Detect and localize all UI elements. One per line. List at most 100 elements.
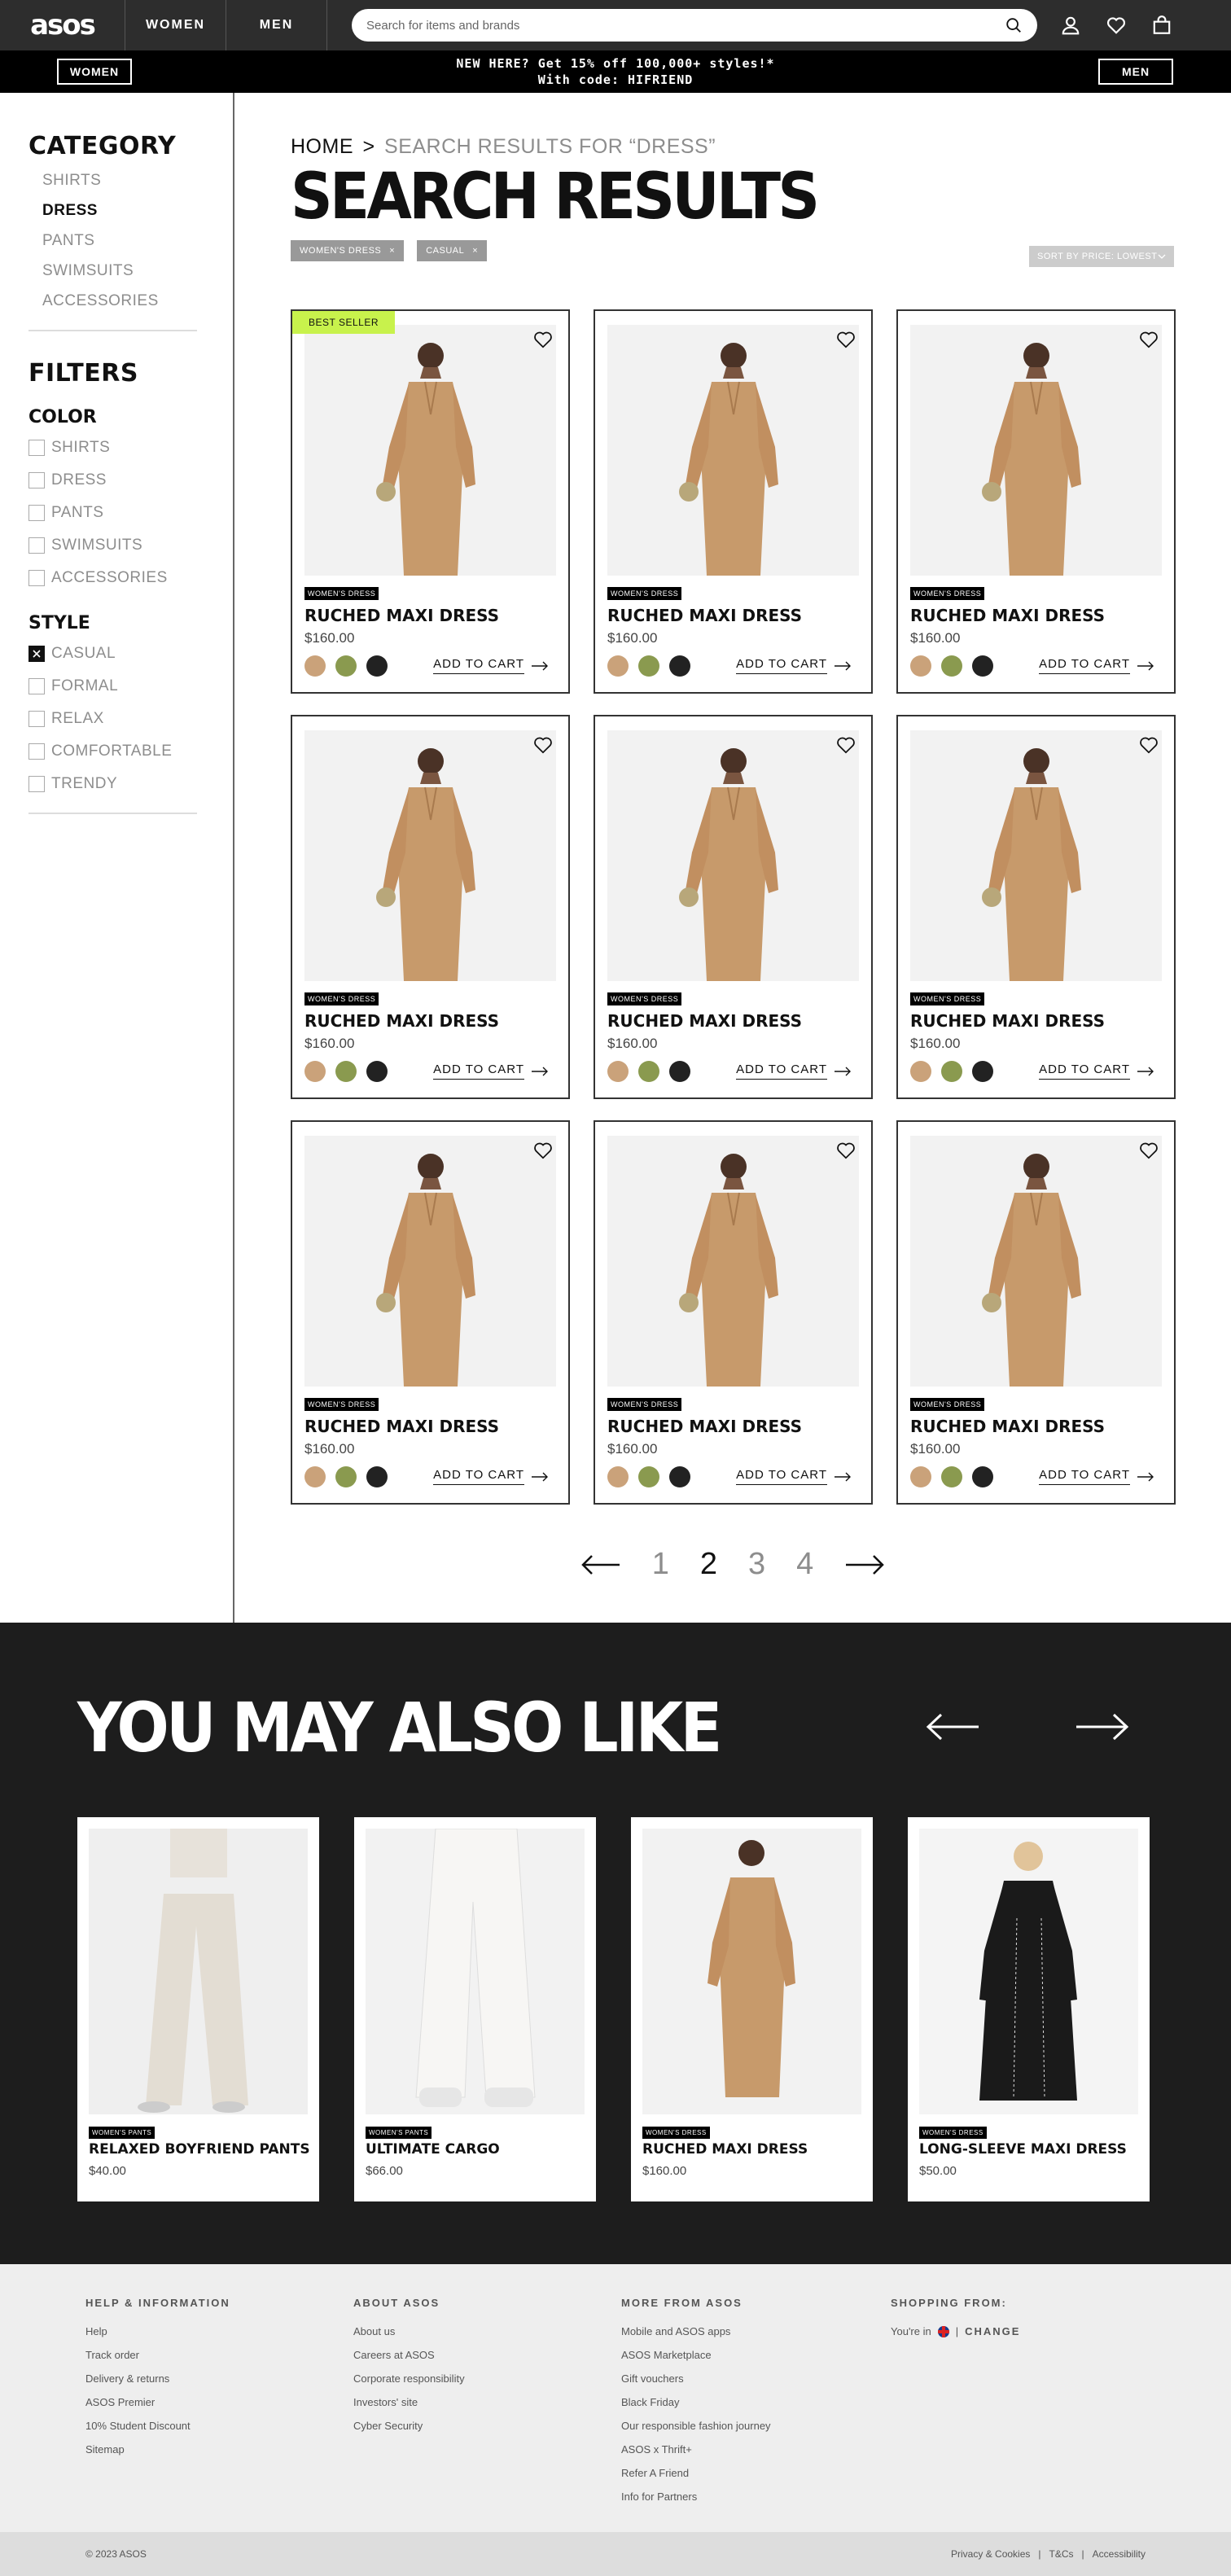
- add-to-cart-button[interactable]: ADD TO CART: [1039, 1468, 1154, 1485]
- footer-link[interactable]: Sitemap: [85, 2443, 230, 2456]
- promo-women-button[interactable]: WOMEN: [57, 59, 132, 85]
- style-filter-casual[interactable]: CASUAL: [28, 645, 233, 663]
- product-image[interactable]: [304, 325, 556, 576]
- product-name[interactable]: RUCHED MAXI DRESS: [910, 606, 1105, 625]
- add-to-cart-button[interactable]: ADD TO CART: [1039, 657, 1154, 674]
- color-filter-swimsuits[interactable]: SWIMSUITS: [28, 537, 233, 554]
- product-name[interactable]: ULTIMATE CARGO: [366, 2141, 500, 2158]
- product-image[interactable]: [910, 325, 1162, 576]
- carousel-next-icon[interactable]: [1075, 1712, 1130, 1741]
- product-image[interactable]: [910, 1136, 1162, 1387]
- add-to-cart-button[interactable]: ADD TO CART: [1039, 1062, 1154, 1080]
- color-swatch[interactable]: [669, 655, 690, 677]
- footer-link[interactable]: Black Friday: [621, 2396, 771, 2408]
- category-item-dress[interactable]: DRESS: [42, 202, 233, 220]
- color-swatch[interactable]: [972, 1466, 993, 1487]
- carousel-prev-icon[interactable]: [925, 1712, 980, 1741]
- color-swatch[interactable]: [910, 1466, 931, 1487]
- product-name[interactable]: RUCHED MAXI DRESS: [910, 1011, 1105, 1031]
- add-to-cart-button[interactable]: ADD TO CART: [736, 1468, 852, 1485]
- wishlist-heart-icon[interactable]: [1138, 1140, 1159, 1161]
- product-card[interactable]: WOMEN'S DRESS RUCHED MAXI DRESS $160.00 …: [594, 1120, 873, 1505]
- color-swatch[interactable]: [366, 655, 388, 677]
- search-icon[interactable]: [1005, 16, 1023, 34]
- color-swatch[interactable]: [910, 655, 931, 677]
- footer-link[interactable]: Our responsible fashion journey: [621, 2420, 771, 2432]
- add-to-cart-button[interactable]: ADD TO CART: [433, 1468, 549, 1485]
- category-item-shirts[interactable]: SHIRTS: [42, 172, 233, 190]
- recommendation-card[interactable]: WOMEN'S DRESS LONG-SLEEVE MAXI DRESS $50…: [908, 1817, 1150, 2201]
- color-filter-accessories[interactable]: ACCESSORIES: [28, 569, 233, 587]
- product-name[interactable]: RELAXED BOYFRIEND PANTS: [89, 2141, 310, 2158]
- footer-link[interactable]: ASOS Premier: [85, 2396, 230, 2408]
- category-item-swimsuits[interactable]: SWIMSUITS: [42, 262, 233, 280]
- footer-link[interactable]: About us: [353, 2325, 465, 2337]
- footer-link[interactable]: ASOS Marketplace: [621, 2349, 771, 2361]
- product-image[interactable]: [919, 1829, 1138, 2114]
- accessibility-link[interactable]: Accessibility: [1093, 2548, 1146, 2560]
- checkbox[interactable]: [28, 505, 45, 521]
- product-card[interactable]: BEST SELLER WOMEN'S DRESS RUCHED MAXI DR…: [291, 309, 570, 694]
- filter-chip[interactable]: WOMEN'S DRESS ×: [291, 240, 405, 261]
- color-swatch[interactable]: [335, 655, 357, 677]
- footer-link[interactable]: Cyber Security: [353, 2420, 465, 2432]
- color-swatch[interactable]: [941, 1061, 962, 1082]
- product-name[interactable]: RUCHED MAXI DRESS: [642, 2141, 808, 2158]
- close-icon[interactable]: ×: [389, 246, 395, 256]
- footer-link[interactable]: Info for Partners: [621, 2491, 771, 2503]
- recommendation-card[interactable]: WOMEN'S PANTS RELAXED BOYFRIEND PANTS $4…: [77, 1817, 319, 2201]
- nav-tab-women[interactable]: WOMEN: [125, 0, 226, 50]
- product-name[interactable]: RUCHED MAXI DRESS: [910, 1417, 1105, 1436]
- checkbox[interactable]: [28, 678, 45, 694]
- color-filter-pants[interactable]: PANTS: [28, 504, 233, 522]
- color-swatch[interactable]: [304, 1061, 326, 1082]
- footer-link[interactable]: Help: [85, 2325, 230, 2337]
- product-card[interactable]: WOMEN'S DRESS RUCHED MAXI DRESS $160.00 …: [896, 1120, 1176, 1505]
- wishlist-heart-icon[interactable]: [532, 734, 554, 756]
- account-icon[interactable]: [1060, 15, 1081, 36]
- wishlist-heart-icon[interactable]: [835, 734, 856, 756]
- color-filter-dress[interactable]: DRESS: [28, 471, 233, 489]
- product-name[interactable]: RUCHED MAXI DRESS: [304, 1011, 499, 1031]
- color-swatch[interactable]: [972, 655, 993, 677]
- product-card[interactable]: WOMEN'S DRESS RUCHED MAXI DRESS $160.00 …: [594, 309, 873, 694]
- sort-dropdown[interactable]: SORT BY PRICE: LOWEST: [1029, 246, 1174, 267]
- add-to-cart-button[interactable]: ADD TO CART: [433, 1062, 549, 1080]
- checkbox[interactable]: [28, 776, 45, 792]
- recommendation-card[interactable]: WOMEN'S DRESS RUCHED MAXI DRESS $160.00: [631, 1817, 873, 2201]
- footer-link[interactable]: Corporate responsibility: [353, 2372, 465, 2385]
- checkbox-checked[interactable]: [28, 646, 45, 662]
- wishlist-heart-icon[interactable]: [532, 1140, 554, 1161]
- wishlist-heart-icon[interactable]: [1138, 734, 1159, 756]
- color-swatch[interactable]: [607, 655, 629, 677]
- product-card[interactable]: WOMEN'S DRESS RUCHED MAXI DRESS $160.00 …: [594, 715, 873, 1099]
- search-input[interactable]: [366, 18, 1005, 33]
- color-swatch[interactable]: [910, 1061, 931, 1082]
- add-to-cart-button[interactable]: ADD TO CART: [736, 657, 852, 674]
- page-number[interactable]: 1: [652, 1547, 669, 1582]
- checkbox[interactable]: [28, 743, 45, 760]
- wishlist-heart-icon[interactable]: [532, 329, 554, 350]
- category-item-accessories[interactable]: ACCESSORIES: [42, 292, 233, 310]
- footer-link[interactable]: Gift vouchers: [621, 2372, 771, 2385]
- breadcrumb-home[interactable]: HOME: [291, 135, 353, 158]
- color-swatch[interactable]: [607, 1061, 629, 1082]
- close-icon[interactable]: ×: [472, 246, 478, 256]
- color-swatch[interactable]: [335, 1466, 357, 1487]
- footer-link[interactable]: Investors' site: [353, 2396, 465, 2408]
- terms-link[interactable]: T&Cs: [1049, 2548, 1074, 2560]
- color-swatch[interactable]: [304, 1466, 326, 1487]
- color-swatch[interactable]: [366, 1061, 388, 1082]
- add-to-cart-button[interactable]: ADD TO CART: [736, 1062, 852, 1080]
- product-image[interactable]: [607, 325, 859, 576]
- heart-icon[interactable]: [1106, 15, 1127, 36]
- product-card[interactable]: WOMEN'S DRESS RUCHED MAXI DRESS $160.00 …: [896, 715, 1176, 1099]
- product-image[interactable]: [366, 1829, 585, 2114]
- color-swatch[interactable]: [941, 655, 962, 677]
- product-image[interactable]: [607, 1136, 859, 1387]
- wishlist-heart-icon[interactable]: [835, 1140, 856, 1161]
- product-name[interactable]: RUCHED MAXI DRESS: [304, 1417, 499, 1436]
- checkbox[interactable]: [28, 537, 45, 554]
- color-swatch[interactable]: [607, 1466, 629, 1487]
- color-swatch[interactable]: [366, 1466, 388, 1487]
